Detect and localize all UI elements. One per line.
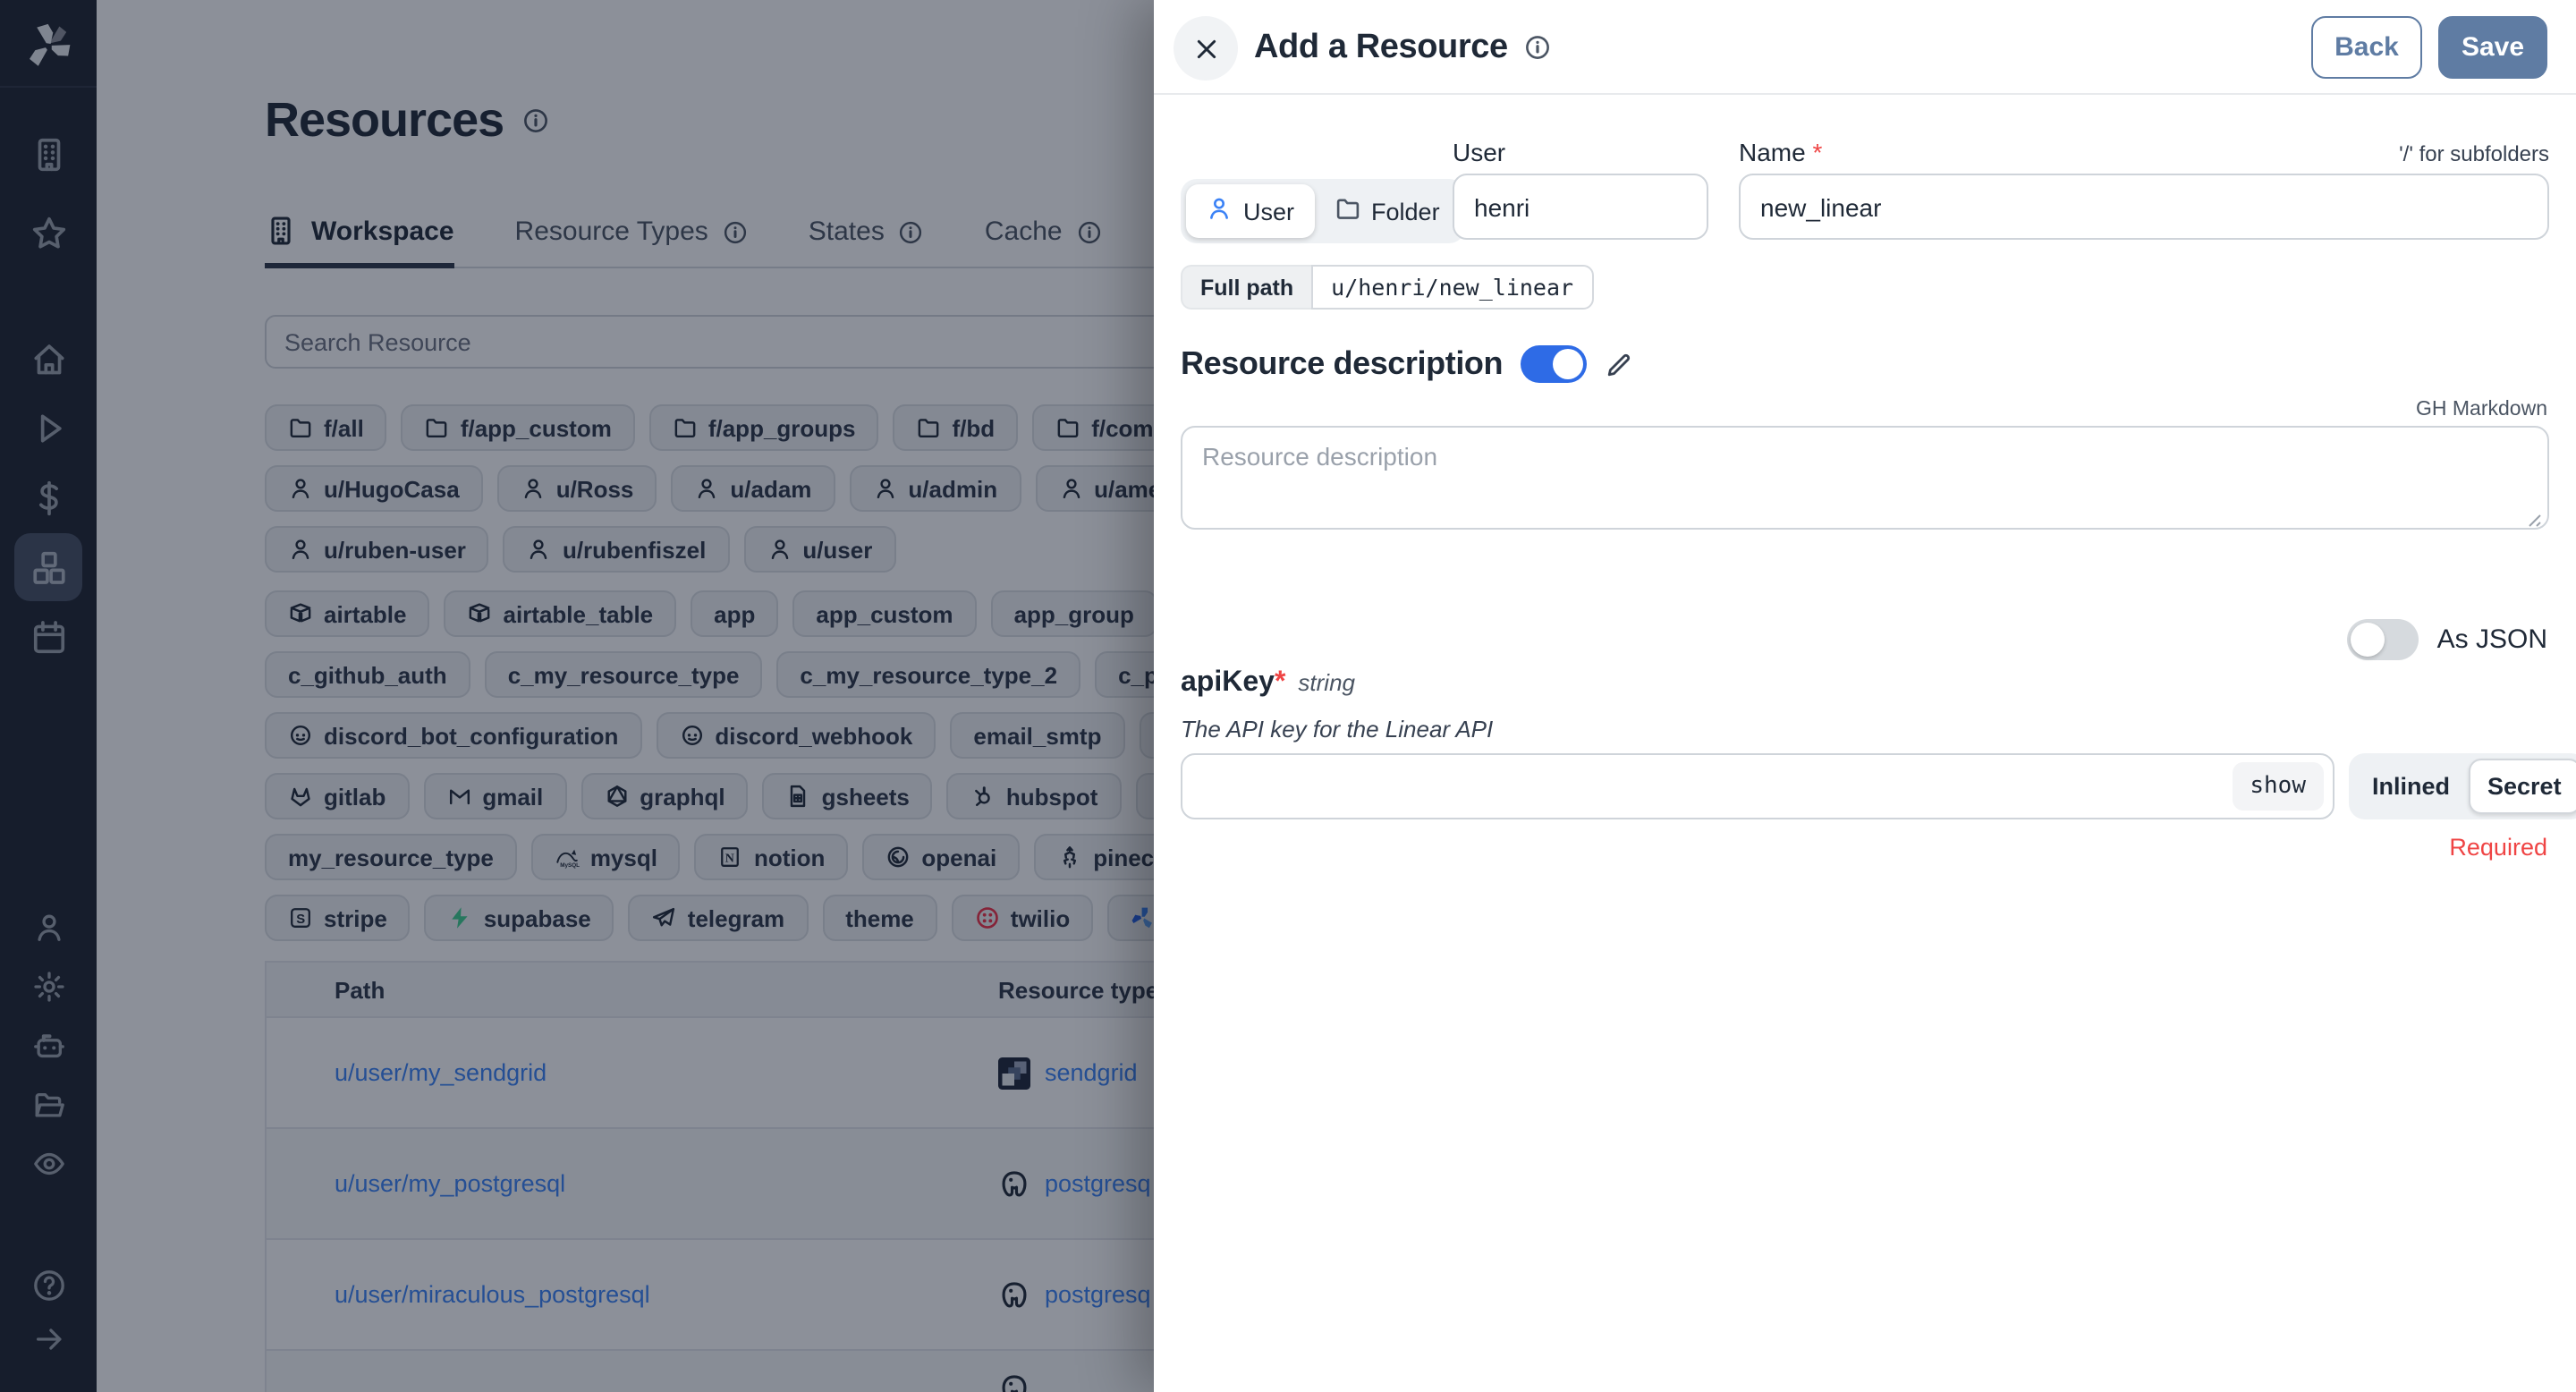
pencil-icon[interactable] [1605,350,1633,378]
name-field[interactable] [1739,174,2549,240]
resize-handle-icon[interactable] [2524,510,2542,528]
apikey-description: The API key for the Linear API [1181,716,1493,743]
show-secret-button[interactable]: show [2232,762,2324,811]
required-asterisk: * [1275,667,1285,698]
secret-mode-toggle: Inlined Secret [2349,753,2576,819]
user-field[interactable] [1453,174,1708,240]
full-path: Full path u/henri/new_linear [1181,265,1593,310]
drawer-header: Add a Resource Back Save [1154,0,2576,95]
full-path-label: Full path [1181,265,1311,310]
as-json-label: As JSON [2437,624,2547,655]
app-root: Resources WorkspaceResource TypesStatesC… [0,0,2576,1392]
close-icon[interactable] [1174,16,1238,81]
required-asterisk: * [1813,138,1823,166]
as-json-toggle[interactable] [2348,619,2419,660]
required-error: Required [2449,834,2547,861]
save-button[interactable]: Save [2438,16,2547,79]
back-button[interactable]: Back [2311,16,2422,79]
secret-option[interactable]: Secret [2468,759,2576,814]
drawer-title: Add a Resource [1254,28,1508,67]
owner-kind-toggle: User Folder [1181,179,1465,243]
apikey-field-name: apiKey* [1181,667,1285,700]
inlined-option[interactable]: Inlined [2354,759,2468,814]
description-heading: Resource description [1181,345,1503,383]
apikey-input[interactable] [1181,753,2334,819]
kind-user-option[interactable]: User [1186,184,1314,238]
kind-folder-option[interactable]: Folder [1314,184,1460,238]
add-resource-drawer: Add a Resource Back Save User Folder Use… [1154,0,2576,1392]
name-field-label: Name * [1739,138,1822,166]
apikey-type-label: string [1298,669,1355,696]
user-field-label: User [1453,138,1505,166]
info-icon[interactable] [1524,34,1551,61]
user-icon [1206,195,1233,227]
full-path-value: u/henri/new_linear [1311,265,1593,310]
drawer-body: User Folder User Name * '/' for subfolde… [1154,95,2576,1392]
gh-markdown-label: GH Markdown [2416,399,2547,420]
folder-icon [1334,195,1360,227]
subfolder-hint: '/' for subfolders [2399,141,2549,166]
description-textarea[interactable] [1181,426,2549,530]
description-toggle[interactable] [1521,345,1587,383]
